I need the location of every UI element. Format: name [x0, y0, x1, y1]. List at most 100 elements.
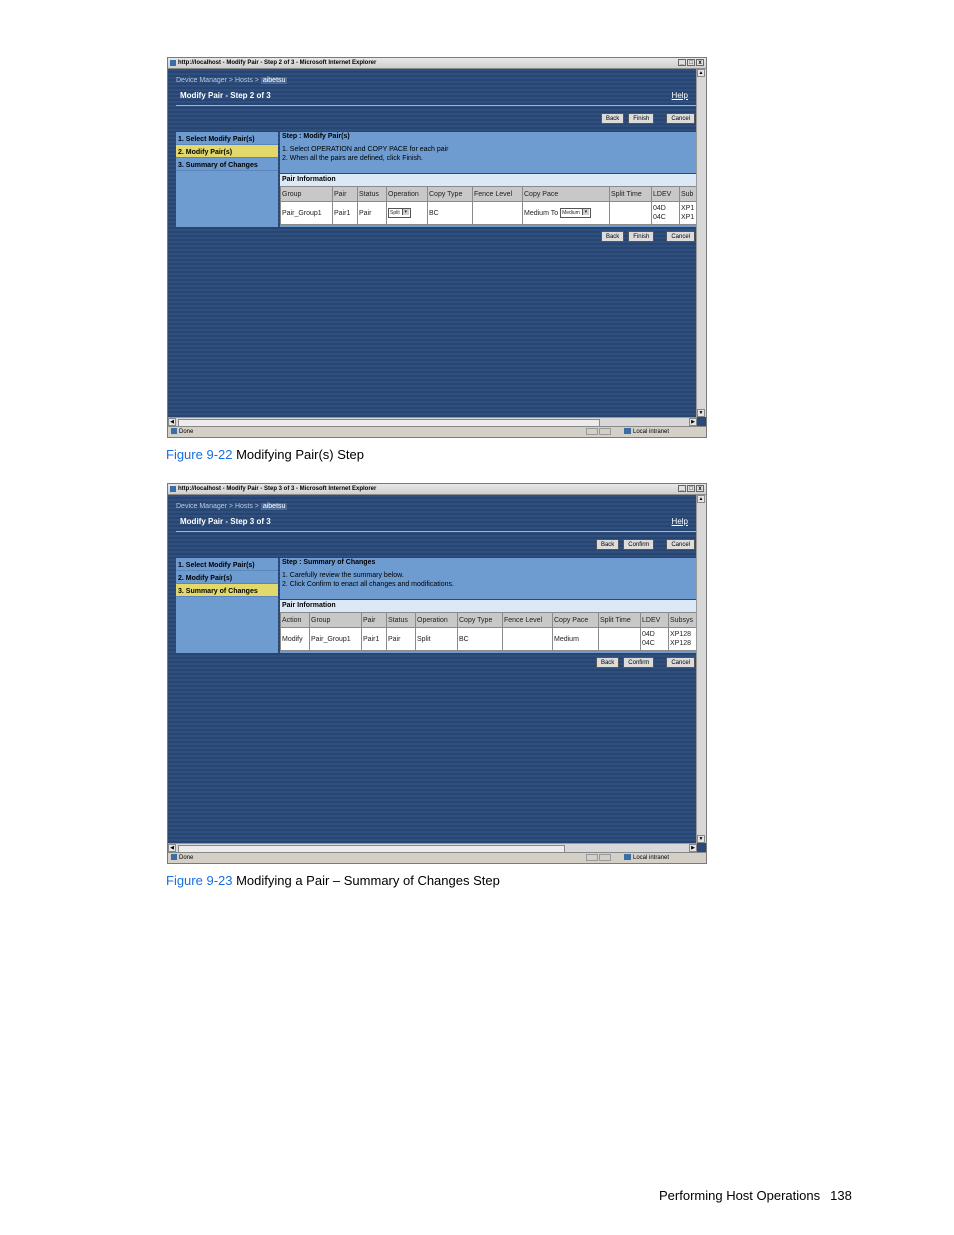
breadcrumb-hosts[interactable]: Hosts [235, 77, 253, 84]
page-number: 138 [830, 1188, 852, 1203]
finish-button[interactable]: Finish [628, 113, 655, 124]
instruction-2: 2. When all the pairs are defined, click… [282, 155, 423, 162]
cell-pair: Pair1 [361, 627, 387, 651]
close-button[interactable]: x [696, 59, 704, 66]
back-button[interactable]: Back [600, 113, 625, 124]
step-title: Step : Modify Pair(s) [282, 133, 350, 140]
back-button[interactable]: Back [600, 231, 625, 242]
ldev-value: 04D [653, 205, 666, 212]
chevron-down-icon[interactable]: ▾ [581, 209, 589, 215]
scroll-right-arrow-icon[interactable]: ▶ [689, 844, 697, 852]
cell-split-time [598, 627, 641, 651]
nav-step-summary-of-changes[interactable]: 3. Summary of Changes [176, 158, 278, 171]
scroll-down-arrow-icon[interactable]: ▼ [697, 835, 705, 843]
page-title-bar: Modify Pair - Step 2 of 3 Help [176, 89, 696, 106]
window-titlebar: http://localhost - Modify Pair - Step 2 … [168, 58, 706, 69]
cell-copy-pace: Medium To Medium ▾ [522, 201, 610, 225]
finish-button[interactable]: Finish [628, 231, 655, 242]
breadcrumb-sep: > [226, 503, 235, 510]
figure-caption: Figure 9-22 Modifying Pair(s) Step [166, 447, 364, 462]
cell-split-time [609, 201, 652, 225]
figure-number[interactable]: Figure 9-23 [166, 873, 232, 888]
help-link[interactable]: Help [672, 89, 688, 103]
cancel-button[interactable]: Cancel [666, 539, 695, 550]
col-header-ldev: LDEV [640, 612, 669, 628]
breadcrumb-hosts[interactable]: Hosts [235, 503, 253, 510]
window-title: http://localhost - Modify Pair - Step 2 … [178, 60, 377, 66]
close-button[interactable]: x [696, 485, 704, 492]
scroll-up-arrow-icon[interactable]: ▲ [697, 69, 705, 77]
vertical-scrollbar[interactable]: ▲ ▼ [696, 69, 706, 417]
breadcrumb-device-manager[interactable]: Device Manager [176, 77, 227, 84]
ie-app-icon [170, 486, 176, 492]
cancel-button[interactable]: Cancel [666, 657, 695, 668]
breadcrumb-current: aibetsu [260, 503, 288, 510]
copy-pace-select[interactable]: Medium ▾ [560, 208, 591, 218]
breadcrumb-device-manager[interactable]: Device Manager [176, 503, 227, 510]
scroll-down-arrow-icon[interactable]: ▼ [697, 409, 705, 417]
col-header-ldev: LDEV [651, 186, 680, 202]
ldev-value: 04C [642, 640, 655, 647]
bottom-button-row: Back Finish Cancel [600, 231, 695, 242]
intranet-icon [624, 428, 631, 435]
help-link[interactable]: Help [672, 515, 688, 529]
col-header-operation: Operation [415, 612, 458, 628]
bottom-button-row: Back Confirm Cancel [595, 657, 695, 668]
cell-ldev: 04D 04C [640, 627, 669, 651]
status-done: Done [171, 427, 193, 437]
step-panel: Step : Summary of Changes 1. Carefully r… [280, 558, 701, 653]
col-header-fence-level: Fence Level [502, 612, 553, 628]
page-content: Device Manager > Hosts > aibetsu Modify … [168, 495, 701, 843]
maximize-button[interactable]: □ [687, 485, 695, 492]
figure-caption-text: Modifying Pair(s) Step [232, 447, 364, 462]
cell-ldev: 04D 04C [651, 201, 680, 225]
minimize-button[interactable]: _ [678, 59, 686, 66]
instruction-1: 1. Select OPERATION and COPY PACE for ea… [282, 146, 449, 153]
page-title: Modify Pair - Step 3 of 3 [180, 517, 271, 526]
page-content: Device Manager > Hosts > aibetsu Modify … [168, 69, 701, 417]
status-text: Done [179, 429, 194, 435]
copy-pace-text: Medium To [524, 209, 559, 217]
nav-step-select-modify-pairs[interactable]: 1. Select Modify Pair(s) [176, 132, 278, 145]
nav-step-select-modify-pairs[interactable]: 1. Select Modify Pair(s) [176, 558, 278, 571]
operation-select[interactable]: Split ▾ [388, 208, 411, 218]
cancel-button[interactable]: Cancel [666, 113, 695, 124]
scroll-up-arrow-icon[interactable]: ▲ [697, 495, 705, 503]
instruction-2: 2. Click Confirm to enact all changes an… [282, 581, 454, 588]
cell-copy-type: BC [427, 201, 473, 225]
breadcrumb-current: aibetsu [260, 77, 288, 84]
status-cells [586, 854, 611, 861]
figure-caption-text: Modifying a Pair – Summary of Changes St… [232, 873, 500, 888]
minimize-button[interactable]: _ [678, 485, 686, 492]
nav-step-modify-pairs[interactable]: 2. Modify Pair(s) [176, 571, 278, 584]
col-header-status: Status [386, 612, 416, 628]
zone-text: Local intranet [633, 855, 670, 861]
confirm-button[interactable]: Confirm [623, 657, 655, 668]
col-header-copy-pace: Copy Pace [552, 612, 599, 628]
cancel-button[interactable]: Cancel [666, 231, 695, 242]
figure-number[interactable]: Figure 9-22 [166, 447, 232, 462]
cell-fence-level [472, 201, 523, 225]
nav-step-summary-of-changes[interactable]: 3. Summary of Changes [176, 584, 278, 597]
breadcrumb-sep: > [252, 503, 261, 510]
scroll-left-arrow-icon[interactable]: ◀ [168, 418, 176, 426]
scroll-left-arrow-icon[interactable]: ◀ [168, 844, 176, 852]
pair-table: Group Pair Status Operation Copy Type Fe… [280, 186, 701, 225]
scroll-right-arrow-icon[interactable]: ▶ [689, 418, 697, 426]
col-header-split-time: Split Time [609, 186, 652, 202]
confirm-button[interactable]: Confirm [623, 539, 655, 550]
window-title: http://localhost - Modify Pair - Step 3 … [178, 486, 377, 492]
breadcrumb-sep: > [252, 77, 261, 84]
pair-information-header: Pair Information [280, 599, 698, 612]
nav-step-modify-pairs[interactable]: 2. Modify Pair(s) [176, 145, 278, 158]
page-footer: Performing Host Operations 138 [659, 1188, 852, 1203]
maximize-button[interactable]: □ [687, 59, 695, 66]
breadcrumb: Device Manager > Hosts > aibetsu [176, 77, 288, 84]
cell-group: Pair_Group1 [309, 627, 362, 651]
step-panel: Step : Modify Pair(s) 1. Select OPERATIO… [280, 132, 701, 227]
back-button[interactable]: Back [595, 657, 620, 668]
vertical-scrollbar[interactable]: ▲ ▼ [696, 495, 706, 843]
back-button[interactable]: Back [595, 539, 620, 550]
chevron-down-icon[interactable]: ▾ [401, 209, 409, 215]
col-header-action: Action [280, 612, 310, 628]
